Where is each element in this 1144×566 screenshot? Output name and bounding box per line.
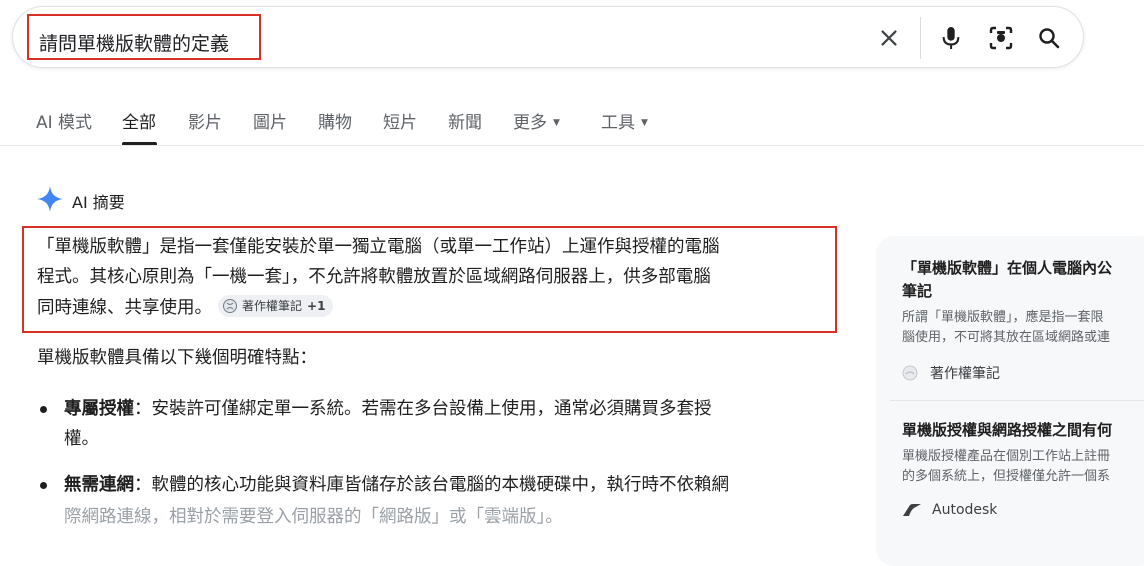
bullet-text: 權。 (64, 429, 99, 449)
bullet-text: ：安裝許可僅綁定單一系統。若需在多台設備上使用，通常必須購買多套授 (134, 399, 712, 419)
ai-overview-header: AI 摘要 (36, 186, 125, 216)
citation-label: 著作權筆記 (242, 299, 303, 313)
caret-down-icon: ▼ (641, 118, 648, 128)
source-card-snippet: 腦使用，不可將其放在區域網路或連 (902, 330, 1111, 345)
tabs-divider (0, 145, 1144, 146)
autodesk-logo-icon (902, 503, 922, 517)
search-tabs: AI 模式 全部 影片 圖片 購物 短片 新聞 更多 ▼ 工具 ▼ (0, 100, 1144, 146)
ai-sparkle-icon (36, 185, 64, 217)
site-favicon-icon (902, 365, 918, 381)
clear-icon[interactable] (875, 24, 903, 52)
tab-more[interactable]: 更多 ▼ (513, 108, 560, 133)
summary-line-last: 同時連線、共享使用。 著作權筆記 +1 (37, 293, 334, 323)
source-site-name: 著作權筆記 (930, 366, 1000, 382)
tab-tools[interactable]: 工具 ▼ (601, 108, 648, 133)
bullet-line: 專屬授權：安裝許可僅綁定單一系統。若需在多台設備上使用，通常必須購買多套授 (64, 394, 712, 424)
camera-lens-icon[interactable] (987, 24, 1015, 52)
summary-line: 「單機版軟體」是指一套僅能安裝於單一獨立電腦（或單一工作站）上運作與授權的電腦 (37, 237, 720, 257)
summary-line: 同時連線、共享使用。 (37, 298, 212, 318)
tab-short-videos[interactable]: 短片 (383, 108, 417, 133)
tab-shopping[interactable]: 購物 (318, 108, 352, 133)
bullet-term: 專屬授權 (64, 399, 134, 419)
ai-overview-title: AI 摘要 (72, 193, 125, 212)
tab-ai-mode[interactable]: AI 模式 (36, 108, 92, 133)
citation-chip[interactable]: 著作權筆記 +1 (218, 295, 334, 317)
caret-down-icon: ▼ (553, 118, 560, 128)
source-card-snippet: 所謂「單機版軟體」，應是指一套限 (902, 310, 1104, 325)
source-card-title[interactable]: 「單機版軟體」在個人電腦內公 (902, 256, 1112, 280)
source-card-snippet: 單機版授權產品在個別工作站上註冊 (902, 449, 1111, 464)
tab-videos[interactable]: 影片 (188, 108, 222, 133)
summary-line: 程式。其核心原則為「一機一套」，不允許將軟體放置於區域網路伺服器上，供多部電腦 (37, 267, 711, 287)
tab-all[interactable]: 全部 (122, 108, 156, 133)
bullet-text: ：軟體的核心功能與資料庫皆儲存於該台電腦的本機硬碟中，執行時不依賴網 (134, 475, 729, 495)
bullet-term: 無需連網 (64, 475, 134, 495)
source-card-snippet: 的多個系統上，但授權僅允許一個系 (902, 469, 1111, 484)
source-card-title[interactable]: 筆記 (902, 279, 932, 303)
source-site-name: Autodesk (932, 502, 998, 518)
tab-tools-label: 工具 (601, 113, 635, 133)
tab-images[interactable]: 圖片 (253, 108, 287, 133)
search-bar[interactable]: 請問單機版軟體的定義 (12, 6, 1084, 68)
tab-news[interactable]: 新聞 (448, 108, 482, 133)
features-intro: 單機版軟體具備以下幾個明確特點： (37, 348, 317, 368)
search-divider (920, 17, 921, 59)
source-card-site[interactable]: Autodesk (902, 502, 997, 518)
tab-more-label: 更多 (513, 113, 547, 133)
card-divider (890, 400, 1144, 401)
search-icon[interactable] (1035, 24, 1063, 52)
bullet-text: 際網路連線，相對於需要登入伺服器的「網路版」或「雲端版」。 (64, 507, 563, 527)
source-card-title[interactable]: 單機版授權與網路授權之間有何 (902, 418, 1112, 442)
bullet-dot (40, 482, 47, 489)
citation-extra-count: +1 (307, 299, 326, 313)
source-card-site[interactable]: 著作權筆記 (902, 363, 1000, 383)
microphone-icon[interactable] (937, 24, 965, 52)
bullet-dot (40, 406, 47, 413)
source-globe-icon (222, 298, 238, 314)
search-input[interactable]: 請問單機版軟體的定義 (39, 29, 229, 56)
bullet-line: 無需連網：軟體的核心功能與資料庫皆儲存於該台電腦的本機硬碟中，執行時不依賴網 (64, 470, 729, 500)
